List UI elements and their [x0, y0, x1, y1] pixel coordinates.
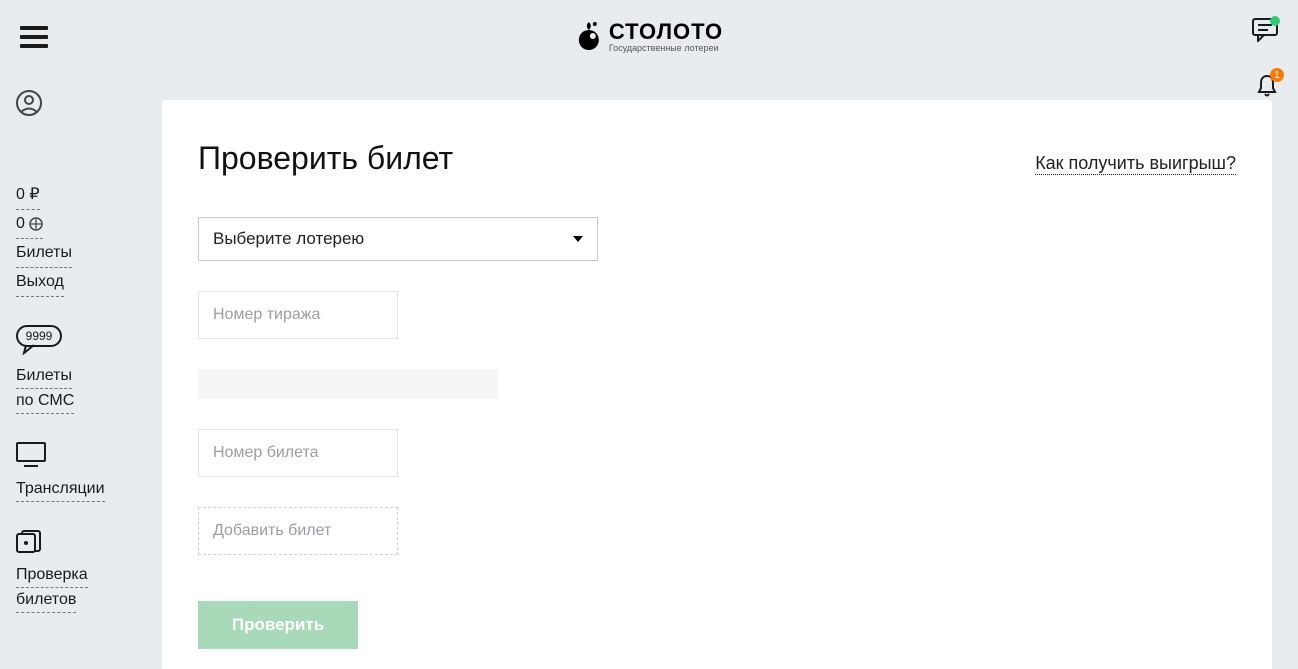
- ticket-number-input[interactable]: [198, 429, 398, 477]
- broadcasts-link: Трансляции: [16, 477, 105, 502]
- how-to-get-winnings-link[interactable]: Как получить выигрыш?: [1035, 153, 1236, 175]
- chevron-down-icon: [573, 236, 583, 242]
- monitor-icon: [16, 442, 136, 473]
- lottery-select-value: Выберите лотерею: [213, 229, 364, 249]
- logo[interactable]: СТОЛОТО Государственные лотереи: [575, 19, 723, 53]
- avatar-icon[interactable]: [16, 90, 136, 121]
- tickets-icon: [16, 530, 136, 559]
- sidebar: 0 ₽ 0 Билеты Выход 9999 Билеты по СМС: [16, 90, 136, 641]
- logo-text: СТОЛОТО: [609, 19, 723, 45]
- logout-link[interactable]: Выход: [16, 268, 64, 297]
- coin-icon: [29, 217, 43, 231]
- bell-icon[interactable]: 1: [1256, 74, 1278, 103]
- add-ticket-button[interactable]: Добавить билет: [198, 507, 398, 555]
- chat-icon[interactable]: [1252, 18, 1278, 47]
- page-title: Проверить билет: [198, 140, 453, 177]
- sidebar-check-block[interactable]: Проверка билетов: [16, 530, 136, 613]
- sms-bubble-icon: 9999: [16, 325, 136, 360]
- lottery-select[interactable]: Выберите лотерею: [198, 217, 598, 261]
- menu-button[interactable]: [20, 26, 48, 48]
- check-tickets-link-1: Проверка: [16, 563, 88, 588]
- draw-number-input[interactable]: [198, 291, 398, 339]
- sms-link-line2: по СМС: [16, 389, 74, 414]
- app-header: СТОЛОТО Государственные лотереи 1: [0, 0, 1298, 72]
- placeholder-block: [198, 369, 498, 399]
- sidebar-broadcasts-block[interactable]: Трансляции: [16, 442, 136, 502]
- check-button[interactable]: Проверить: [198, 601, 358, 649]
- sidebar-sms-block[interactable]: 9999 Билеты по СМС: [16, 325, 136, 414]
- check-tickets-link-2: билетов: [16, 588, 76, 613]
- balance-coins-link[interactable]: 0: [16, 210, 43, 239]
- sms-link-line1: Билеты: [16, 364, 72, 389]
- notification-badge: 1: [1270, 68, 1284, 82]
- sidebar-account-block: 0 ₽ 0 Билеты Выход: [16, 181, 136, 297]
- logo-icon: [575, 20, 603, 52]
- chat-unread-dot: [1270, 16, 1280, 26]
- tickets-link[interactable]: Билеты: [16, 239, 72, 268]
- balance-rub-link[interactable]: 0 ₽: [16, 181, 40, 210]
- svg-text:9999: 9999: [26, 329, 53, 343]
- logo-subtitle: Государственные лотереи: [609, 43, 723, 53]
- main-card: Проверить билет Как получить выигрыш? Вы…: [162, 100, 1272, 669]
